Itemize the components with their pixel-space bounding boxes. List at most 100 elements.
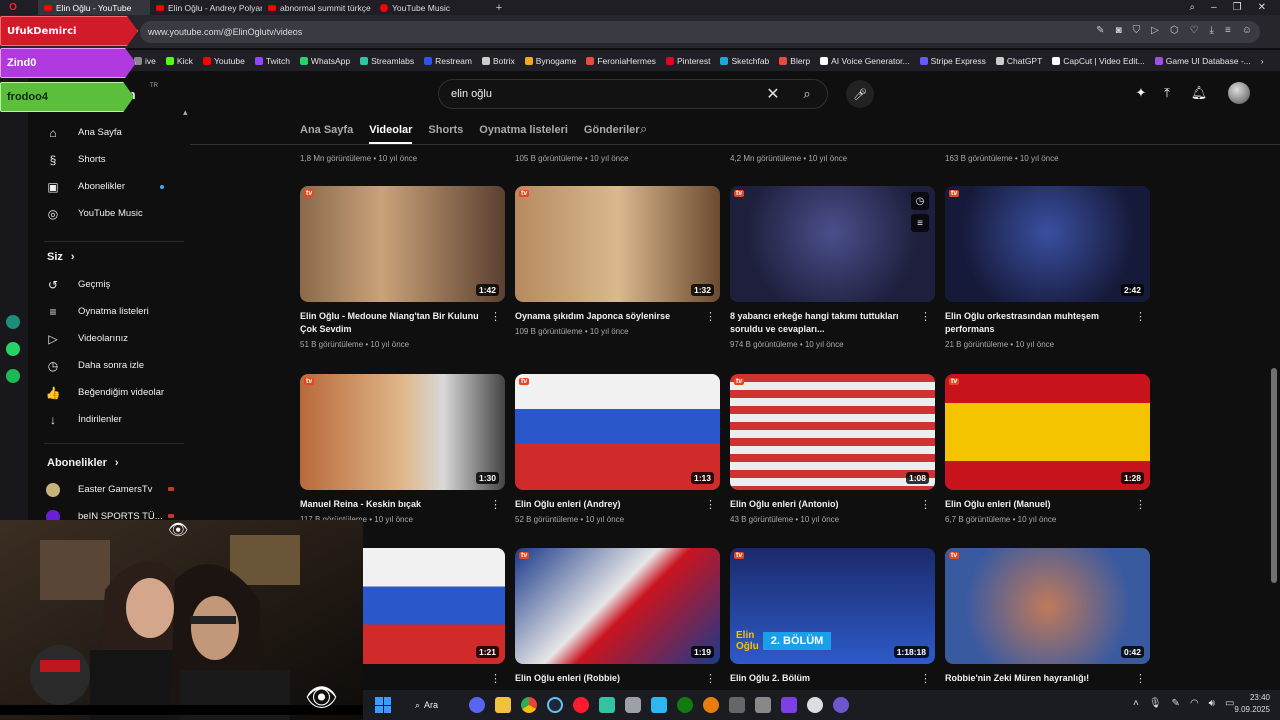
- video-title[interactable]: 8 yabancı erkeğe hangi takımı tuttukları…: [730, 310, 915, 336]
- more-options-icon[interactable]: ⋮: [490, 498, 501, 511]
- channel-tab[interactable]: Shorts: [428, 124, 463, 136]
- bookmark-item[interactable]: WhatsApp: [299, 56, 350, 66]
- file-explorer-icon[interactable]: [495, 697, 512, 713]
- cube-icon[interactable]: ⬡: [1170, 25, 1179, 36]
- heart-icon[interactable]: ♡: [1190, 25, 1199, 36]
- maximize-icon[interactable]: ❐: [1233, 2, 1242, 13]
- bookmark-item[interactable]: Bynogame: [524, 56, 576, 66]
- close-icon[interactable]: ✕: [1258, 2, 1266, 13]
- video-title[interactable]: Elin Oğlu enleri (Robbie): [515, 672, 700, 685]
- browser-tab[interactable]: Elin Oğlu - Andrey Polyan: [150, 0, 262, 15]
- video-thumbnail[interactable]: tv 2:42: [945, 186, 1150, 302]
- video-title[interactable]: Elin Oğlu enleri (Andrey): [515, 498, 700, 511]
- taskbar-search[interactable]: ⌕ Ara: [415, 700, 438, 711]
- bookmark-item[interactable]: Kick: [165, 56, 193, 66]
- more-options-icon[interactable]: ⋮: [705, 498, 716, 511]
- channel-tab[interactable]: Oynatma listeleri: [479, 124, 568, 136]
- bookmark-item[interactable]: Blerp: [779, 56, 810, 66]
- app-icon[interactable]: [625, 697, 642, 713]
- shield-icon[interactable]: ⛉: [1133, 25, 1141, 36]
- notifications-icon[interactable]: 🔔︎: [1190, 84, 1208, 102]
- video-title[interactable]: Elin Oğlu enleri (Manuel): [945, 498, 1130, 511]
- download-icon[interactable]: ⤓: [1210, 25, 1214, 36]
- bookmark-item[interactable]: FeroniaHermes: [586, 56, 656, 66]
- more-options-icon[interactable]: ⋮: [1135, 498, 1146, 511]
- video-thumbnail[interactable]: tv 1:28: [945, 374, 1150, 490]
- minimize-icon[interactable]: –: [1211, 2, 1217, 13]
- more-options-icon[interactable]: ⋮: [705, 310, 716, 323]
- sidebar-item[interactable]: ▷ Videolarınız: [28, 325, 188, 352]
- video-title[interactable]: Elin Oğlu 2. Bölüm: [730, 672, 915, 685]
- bookmark-item[interactable]: ChatGPT: [995, 56, 1042, 66]
- clear-search-icon[interactable]: ✕: [763, 84, 783, 104]
- video-card[interactable]: tv 1:19 Elin Oğlu enleri (Robbie) ⋮: [515, 548, 720, 685]
- spotify-icon[interactable]: [6, 369, 20, 383]
- app-icon[interactable]: [651, 697, 668, 713]
- add-to-queue-icon[interactable]: ≡: [911, 214, 929, 232]
- app-icon[interactable]: [755, 697, 772, 713]
- opera-logo-icon[interactable]: O: [6, 0, 20, 15]
- video-card[interactable]: tv1:30Manuel Reina - Keskin bıçak117 B g…: [300, 374, 505, 524]
- camera-icon[interactable]: ◙: [1116, 25, 1122, 36]
- bookmark-item[interactable]: Restream: [424, 56, 472, 66]
- video-card[interactable]: tv 2:42 Elin Oğlu orkestrasından muhteşem …: [945, 186, 1150, 349]
- bookmark-item[interactable]: Game UI Database -...: [1154, 56, 1251, 66]
- voice-search-icon[interactable]: 🎤︎: [846, 80, 874, 108]
- search-box[interactable]: elin oğlu ✕ ⌕: [438, 79, 828, 109]
- volume-icon[interactable]: 🔊︎: [1209, 698, 1215, 709]
- xbox-icon[interactable]: [677, 697, 694, 713]
- more-options-icon[interactable]: ⋮: [920, 310, 931, 323]
- video-card[interactable]: tv 1:28 Elin Oğlu enleri (Manuel) 6,7 B gör…: [945, 374, 1150, 524]
- video-thumbnail[interactable]: tv ◷ ≡: [730, 186, 935, 302]
- channel-tab[interactable]: Videolar: [369, 124, 413, 144]
- sidebar-item[interactable]: 👍 Beğendiğim videolar: [28, 379, 188, 406]
- more-options-icon[interactable]: ⋮: [490, 672, 501, 685]
- video-card[interactable]: tv 1:18:18 Elin Oğlu 2. BÖLÜM Elin Oğlu 2. Bö…: [730, 548, 935, 685]
- windows-start-icon[interactable]: [375, 697, 391, 713]
- avatar[interactable]: [1228, 82, 1250, 104]
- channel-search-icon[interactable]: ⌕: [640, 121, 647, 137]
- video-card[interactable]: tv ◷ ≡ 8 yabancı erkeğe hangi takımı tuttuk…: [730, 186, 935, 349]
- chatgpt-icon[interactable]: [807, 697, 824, 713]
- sidebar-subs-heading[interactable]: Abonelikler ›: [47, 457, 119, 469]
- browser-tab[interactable]: abnormal summit türkçe: [262, 0, 374, 15]
- bookmark-item[interactable]: Twitch: [254, 56, 290, 66]
- sidebar-item[interactable]: ◎ YouTube Music: [28, 200, 188, 227]
- bookmark-item[interactable]: CapCut | Video Edit...: [1052, 56, 1145, 66]
- video-card[interactable]: tv 1:32 Oynama şıkıdım Japonca söylenirse 1…: [515, 186, 720, 336]
- blender-icon[interactable]: [703, 697, 720, 713]
- chevron-up-icon[interactable]: ˄: [1133, 698, 1139, 709]
- discord-icon[interactable]: [469, 697, 486, 713]
- watch-later-icon[interactable]: ◷: [911, 192, 929, 210]
- bookmark-item[interactable]: Stripe Express: [919, 56, 986, 66]
- sidebar-item[interactable]: ≡ Oynatma listeleri: [28, 298, 188, 325]
- new-tab-button[interactable]: +: [492, 1, 506, 15]
- more-options-icon[interactable]: ⋮: [705, 672, 716, 685]
- video-title[interactable]: Elin Oğlu orkestrasından muhteşem perfor…: [945, 310, 1130, 336]
- opera-icon[interactable]: [573, 697, 590, 713]
- chrome-icon[interactable]: [521, 697, 538, 713]
- search-input[interactable]: elin oğlu: [451, 88, 492, 100]
- steam-icon[interactable]: [547, 697, 564, 713]
- more-options-icon[interactable]: ⋮: [1135, 310, 1146, 323]
- pen-icon[interactable]: ✎: [1172, 698, 1180, 709]
- browser-tab[interactable]: Elin Oğlu - YouTube: [38, 0, 150, 15]
- bookmark-item[interactable]: Pinterest: [665, 56, 710, 66]
- scrollbar-thumb[interactable]: [1271, 368, 1277, 583]
- more-options-icon[interactable]: ⋮: [1135, 672, 1146, 685]
- sidebar-item[interactable]: ◷ Daha sonra izle: [28, 352, 188, 379]
- wifi-icon[interactable]: ◠: [1190, 698, 1199, 709]
- streamlabs-icon[interactable]: [599, 697, 616, 713]
- more-options-icon[interactable]: ⋮: [490, 310, 501, 323]
- video-title[interactable]: Oynama şıkıdım Japonca söylenirse: [515, 310, 700, 323]
- bookmark-item[interactable]: Sketchfab: [720, 56, 769, 66]
- video-thumbnail[interactable]: tv 1:42: [300, 186, 505, 302]
- menu-icon[interactable]: ≡: [1225, 25, 1231, 36]
- video-card[interactable]: tv 1:08 Elin Oğlu enleri (Antonio) 43 B gör…: [730, 374, 935, 524]
- search-icon[interactable]: ⌕: [1189, 2, 1195, 13]
- url-field[interactable]: www.youtube.com/@ElinOglutv/videos ✎ ◙ ⛉…: [140, 21, 1260, 43]
- video-title[interactable]: Robbie'nin Zeki Müren hayranlığı!: [945, 672, 1130, 685]
- video-thumbnail[interactable]: tv 1:08: [730, 374, 935, 490]
- more-options-icon[interactable]: ⋮: [920, 498, 931, 511]
- sidebar-item[interactable]: ⌂ Ana Sayfa: [28, 119, 188, 146]
